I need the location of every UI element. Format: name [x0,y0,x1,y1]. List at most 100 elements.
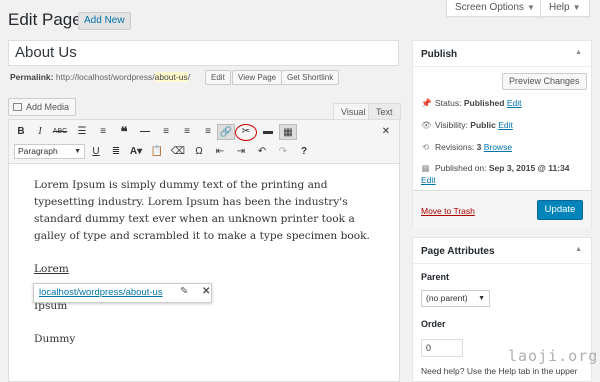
screen-options-button[interactable]: Screen Options ▼ [446,0,544,17]
view-page-button[interactable]: View Page [232,70,283,85]
preview-changes-button[interactable]: Preview Changes [502,73,587,90]
parent-value: (no parent) [426,293,468,303]
chevron-down-icon: ▼ [74,148,81,155]
permalink-slug[interactable]: about-us [154,72,188,82]
edit-status-link[interactable]: Edit [507,98,522,108]
parent-label: Parent [421,272,450,282]
help-button[interactable]: Help ▼ [540,0,590,17]
permalink-label: Permalink: [10,72,54,82]
permalink-base[interactable]: http://localhost/wordpress/ [56,72,155,82]
visibility-row: 👁 Visibility: Public Edit [421,120,513,131]
page-attributes-heading[interactable]: Page Attributes ▲ [413,238,591,264]
justify-icon[interactable]: ≣ [107,144,125,160]
special-character-icon[interactable]: Ω [190,144,208,160]
collapse-icon[interactable]: ▲ [575,49,582,56]
editor-toolbar: B I ABC ☰ ≡ ❝ — ≡ ≡ ≡ 🔗 ✂ ▬ ▦ ✕ Paragrap… [9,120,399,164]
calendar-icon: ▦ [421,163,430,173]
visibility-value: Public [470,120,496,130]
help-text: Need help? Use the Help tab in the upper [421,366,578,376]
read-more-icon[interactable]: ▬ [259,124,277,140]
add-media-label: Add Media [26,102,70,112]
edit-date-link[interactable]: Edit [421,175,436,185]
chevron-down-icon: ▼ [572,3,581,12]
edit-visibility-link[interactable]: Edit [498,120,513,130]
update-button[interactable]: Update [537,200,583,220]
collapse-icon[interactable]: ▲ [575,246,582,253]
visibility-label: Visibility: [435,120,468,130]
permalink-tail: / [187,72,191,82]
align-left-icon[interactable]: ≡ [157,124,175,140]
revisions-value: 3 [476,142,482,152]
watermark: laoji.org [508,347,599,365]
text-color-icon[interactable]: A▾ [127,144,145,160]
revisions-icon: ⟲ [421,142,430,152]
outdent-icon[interactable]: ⇤ [211,144,229,160]
order-input[interactable]: 0 [421,339,463,357]
publish-heading-label: Publish [421,49,458,60]
remove-link-icon[interactable]: ✕ [202,286,210,297]
toolbar-toggle-icon[interactable]: ▦ [279,124,297,140]
redo-icon[interactable]: ↷ [274,144,292,160]
screen-options-label: Screen Options [455,2,524,13]
revisions-label: Revisions: [435,142,475,152]
published-label: Published on: [435,163,487,173]
status-row: 📌 Status: Published Edit [421,98,522,109]
get-shortlink-button[interactable]: Get Shortlink [281,70,340,85]
help-icon[interactable]: ? [295,144,313,160]
numbered-list-icon[interactable]: ≡ [94,124,112,140]
publish-box: Publish ▲ Preview Changes 📌 Status: Publis… [412,40,592,229]
parent-select[interactable]: (no parent) ▼ [421,290,490,307]
paragraph-format-value: Paragraph [18,146,58,156]
editor-content[interactable]: Lorem Ipsum is simply dummy text of the … [34,177,384,262]
pin-icon: 📌 [421,98,432,108]
edit-date-row: Edit [421,175,436,185]
revisions-row: ⟲ Revisions: 3 Browse [421,142,512,153]
fullscreen-icon[interactable]: ✕ [377,124,395,140]
italic-icon[interactable]: I [31,124,49,140]
permalink: Permalink: http://localhost/wordpress/ab… [10,72,190,82]
align-right-icon[interactable]: ≡ [199,124,217,140]
content-editor[interactable]: B I ABC ☰ ≡ ❝ — ≡ ≡ ≡ 🔗 ✂ ▬ ▦ ✕ Paragrap… [8,119,400,382]
paste-text-icon[interactable]: 📋 [148,144,166,160]
publish-heading[interactable]: Publish ▲ [413,41,591,67]
bold-icon[interactable]: B [12,124,30,140]
page-attributes-heading-label: Page Attributes [421,246,495,257]
editor-line-dummy[interactable]: Dummy [34,333,75,345]
link-toolbar-popup: localhost/wordpress/about-us ✎ ✕ [33,283,212,303]
insert-link-icon[interactable]: 🔗 [217,124,235,140]
help-label: Help [549,2,570,13]
add-new-button[interactable]: Add New [78,12,131,30]
edit-permalink-button[interactable]: Edit [205,70,231,85]
publish-actions: Move to Trash Update [413,190,591,229]
chevron-down-icon: ▼ [526,3,535,12]
horizontal-rule-icon[interactable]: — [136,124,154,140]
underline-icon[interactable]: U [87,144,105,160]
browse-revisions-link[interactable]: Browse [484,142,512,152]
post-title-input[interactable]: About Us [8,40,399,66]
clear-formatting-icon[interactable]: ⌫ [169,144,187,160]
status-value: Published [463,98,505,108]
strikethrough-icon[interactable]: ABC [51,124,69,140]
indent-icon[interactable]: ⇥ [232,144,250,160]
move-to-trash-link[interactable]: Move to Trash [421,206,475,216]
add-media-button[interactable]: Add Media [8,98,77,116]
chevron-down-icon: ▼ [478,295,485,302]
link-url[interactable]: localhost/wordpress/about-us [39,287,163,298]
tab-text[interactable]: Text [368,103,401,120]
edit-link-icon[interactable]: ✎ [180,286,188,297]
eye-icon: 👁 [421,120,432,130]
media-icon [13,103,22,111]
published-row: ▦ Published on: Sep 3, 2015 @ 11:34 [421,163,569,174]
blockquote-icon[interactable]: ❝ [115,124,133,140]
paragraph-format-select[interactable]: Paragraph ▼ [14,144,85,159]
align-center-icon[interactable]: ≡ [178,124,196,140]
linked-text[interactable]: Lorem [34,263,69,275]
bullet-list-icon[interactable]: ☰ [73,124,91,140]
published-value: Sep 3, 2015 @ 11:34 [488,163,570,173]
order-label: Order [421,319,446,329]
paragraph-1[interactable]: Lorem Ipsum is simply dummy text of the … [34,177,384,245]
status-label: Status: [435,98,462,108]
page-title: Edit Page [8,10,82,29]
undo-icon[interactable]: ↶ [253,144,271,160]
remove-link-icon[interactable]: ✂ [237,124,255,140]
